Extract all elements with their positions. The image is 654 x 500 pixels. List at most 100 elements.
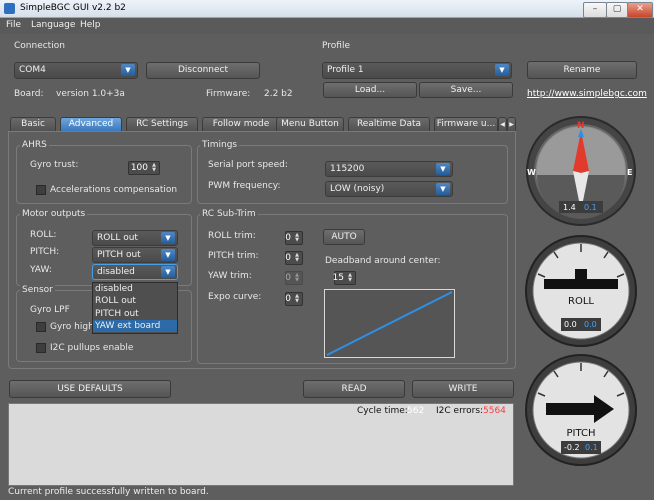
chevron-down-icon: ▼ (161, 249, 175, 261)
gyro-trust-label: Gyro trust: (30, 160, 79, 170)
tab-scroll-left-button[interactable]: ◀ (498, 117, 507, 131)
port-select[interactable]: COM4 ▼ (14, 62, 138, 79)
disconnect-button[interactable]: Disconnect (146, 62, 260, 79)
minimize-button[interactable]: – (583, 2, 607, 18)
spinner-arrows-icon: ▲ ▼ (295, 252, 299, 263)
menu-language[interactable]: Language (31, 20, 75, 30)
sensor-header: Sensor (20, 285, 55, 295)
pitch-trim-spinner[interactable]: 0 ▲ ▼ (285, 251, 303, 265)
chevron-down-icon: ▼ (121, 64, 135, 76)
pitch-output-value: PITCH out (97, 250, 141, 260)
yaw-output-dropdown-list: disabled ROLL out PITCH out YAW ext boar… (92, 282, 178, 334)
yaw-output-label: YAW: (30, 265, 52, 275)
dropdown-option-roll-out[interactable]: ROLL out (93, 295, 177, 307)
menu-file[interactable]: File (6, 20, 21, 30)
roll-output-value: ROLL out (97, 233, 138, 243)
auto-button[interactable]: AUTO (323, 229, 365, 245)
i2c-errors-value: 5564 (483, 406, 506, 416)
rc-subtrim-header: RC Sub-Trim (200, 209, 258, 219)
timings-header: Timings (200, 140, 240, 150)
maximize-button[interactable]: ▢ (606, 2, 628, 18)
dropdown-option-disabled[interactable]: disabled (93, 283, 177, 295)
save-button[interactable]: Save... (419, 82, 513, 98)
tab-basic[interactable]: Basic (10, 117, 56, 131)
pitch-value-b: 0.1 (585, 443, 598, 452)
yaw-trim-spinner[interactable]: 0 ▲ ▼ (285, 271, 303, 285)
firmware-value: 2.2 b2 (264, 89, 293, 99)
accel-comp-checkbox[interactable] (36, 185, 46, 195)
chevron-down-icon: ▼ (436, 163, 450, 175)
pitch-output-select[interactable]: PITCH out ▼ (92, 247, 178, 263)
firmware-label: Firmware: (206, 89, 251, 99)
deadband-label: Deadband around center: (325, 256, 441, 266)
gyro-high-checkbox[interactable] (36, 322, 46, 332)
deadband-spinner[interactable]: 15 ▲ ▼ (332, 271, 356, 285)
dropdown-option-pitch-out[interactable]: PITCH out (93, 308, 177, 320)
use-defaults-button[interactable]: USE DEFAULTS (9, 380, 171, 398)
write-button[interactable]: WRITE (412, 380, 514, 398)
chevron-down-icon: ▼ (161, 232, 175, 244)
tab-firmware-update[interactable]: Firmware u... (434, 117, 498, 131)
chevron-down-icon: ▼ (436, 183, 450, 195)
pwm-frequency-value: LOW (noisy) (330, 184, 385, 194)
compass-east-label: E (627, 168, 632, 177)
status-message: Current profile successfully written to … (8, 487, 209, 497)
pwm-frequency-select[interactable]: LOW (noisy) ▼ (325, 181, 453, 197)
roll-gauge: ROLL 0.0 0.0 (525, 235, 637, 347)
serial-speed-value: 115200 (330, 164, 365, 174)
rename-button[interactable]: Rename (527, 61, 637, 79)
compass-value-b: 0.1 (584, 203, 597, 212)
spinner-arrows-icon: ▲ ▼ (295, 232, 299, 243)
spinner-arrows-icon: ▲ ▼ (295, 272, 299, 283)
compass-west-label: W (527, 168, 536, 177)
pitch-value-a: -0.2 (564, 443, 580, 452)
profile-value: Profile 1 (327, 65, 364, 75)
deadband-value: 15 (332, 273, 344, 283)
pitch-output-label: PITCH: (30, 247, 60, 257)
menu-help[interactable]: Help (80, 20, 101, 30)
expo-curve-graph (324, 289, 455, 358)
yaw-output-select[interactable]: disabled ▼ (92, 264, 178, 280)
expo-curve-spinner[interactable]: 0 ▲ ▼ (285, 292, 303, 306)
compass-value-a: 1.4 (563, 203, 576, 212)
load-button[interactable]: Load... (323, 82, 417, 98)
expo-curve-label: Expo curve: (208, 292, 262, 302)
dropdown-option-yaw-ext-board[interactable]: YAW ext board (93, 320, 177, 332)
close-button[interactable]: ✕ (627, 2, 653, 18)
roll-trim-value: 0 (285, 233, 291, 243)
pitch-gauge: PITCH -0.2 0.1 (525, 354, 637, 466)
i2c-pullups-label: I2C pullups enable (50, 343, 134, 353)
port-value: COM4 (19, 65, 46, 75)
i2c-errors-label: I2C errors: (436, 406, 484, 416)
read-button[interactable]: READ (303, 380, 405, 398)
log-area: Cycle time: 562 I2C errors: 5564 (8, 403, 514, 486)
serial-speed-select[interactable]: 115200 ▼ (325, 161, 453, 177)
spinner-arrows-icon: ▲ ▼ (295, 293, 299, 304)
tab-follow-mode[interactable]: Follow mode (202, 117, 280, 131)
tab-scroll-right-button[interactable]: ▶ (507, 117, 516, 131)
app-icon (4, 3, 15, 14)
tab-rc-settings[interactable]: RC Settings (126, 117, 198, 131)
ahrs-group (16, 145, 192, 204)
cycle-time-label: Cycle time: (357, 406, 408, 416)
website-link[interactable]: http://www.simplebgc.com (527, 89, 647, 99)
i2c-pullups-checkbox[interactable] (36, 343, 46, 353)
gyro-lpf-label: Gyro LPF (30, 305, 70, 315)
roll-trim-spinner[interactable]: 0 ▲ ▼ (285, 231, 303, 245)
menu-bar: File Language Help (0, 18, 654, 34)
gyro-trust-spinner[interactable]: 100 ▲ ▼ (128, 161, 160, 175)
yaw-trim-label: YAW trim: (208, 271, 252, 281)
board-label: Board: (14, 89, 44, 99)
roll-value-a: 0.0 (564, 320, 577, 329)
profile-select[interactable]: Profile 1 ▼ (322, 62, 512, 79)
profile-header: Profile (322, 41, 350, 51)
yaw-trim-value: 0 (285, 273, 291, 283)
pitch-trim-value: 0 (285, 253, 291, 263)
tab-menu-button[interactable]: Menu Button (276, 117, 344, 131)
roll-indicator-bar-icon (544, 279, 618, 289)
roll-output-select[interactable]: ROLL out ▼ (92, 230, 178, 246)
tab-realtime-data[interactable]: Realtime Data (348, 117, 430, 131)
yaw-output-value: disabled (97, 267, 135, 277)
tab-advanced[interactable]: Advanced (60, 117, 122, 131)
spinner-arrows-icon: ▲ ▼ (152, 162, 156, 173)
